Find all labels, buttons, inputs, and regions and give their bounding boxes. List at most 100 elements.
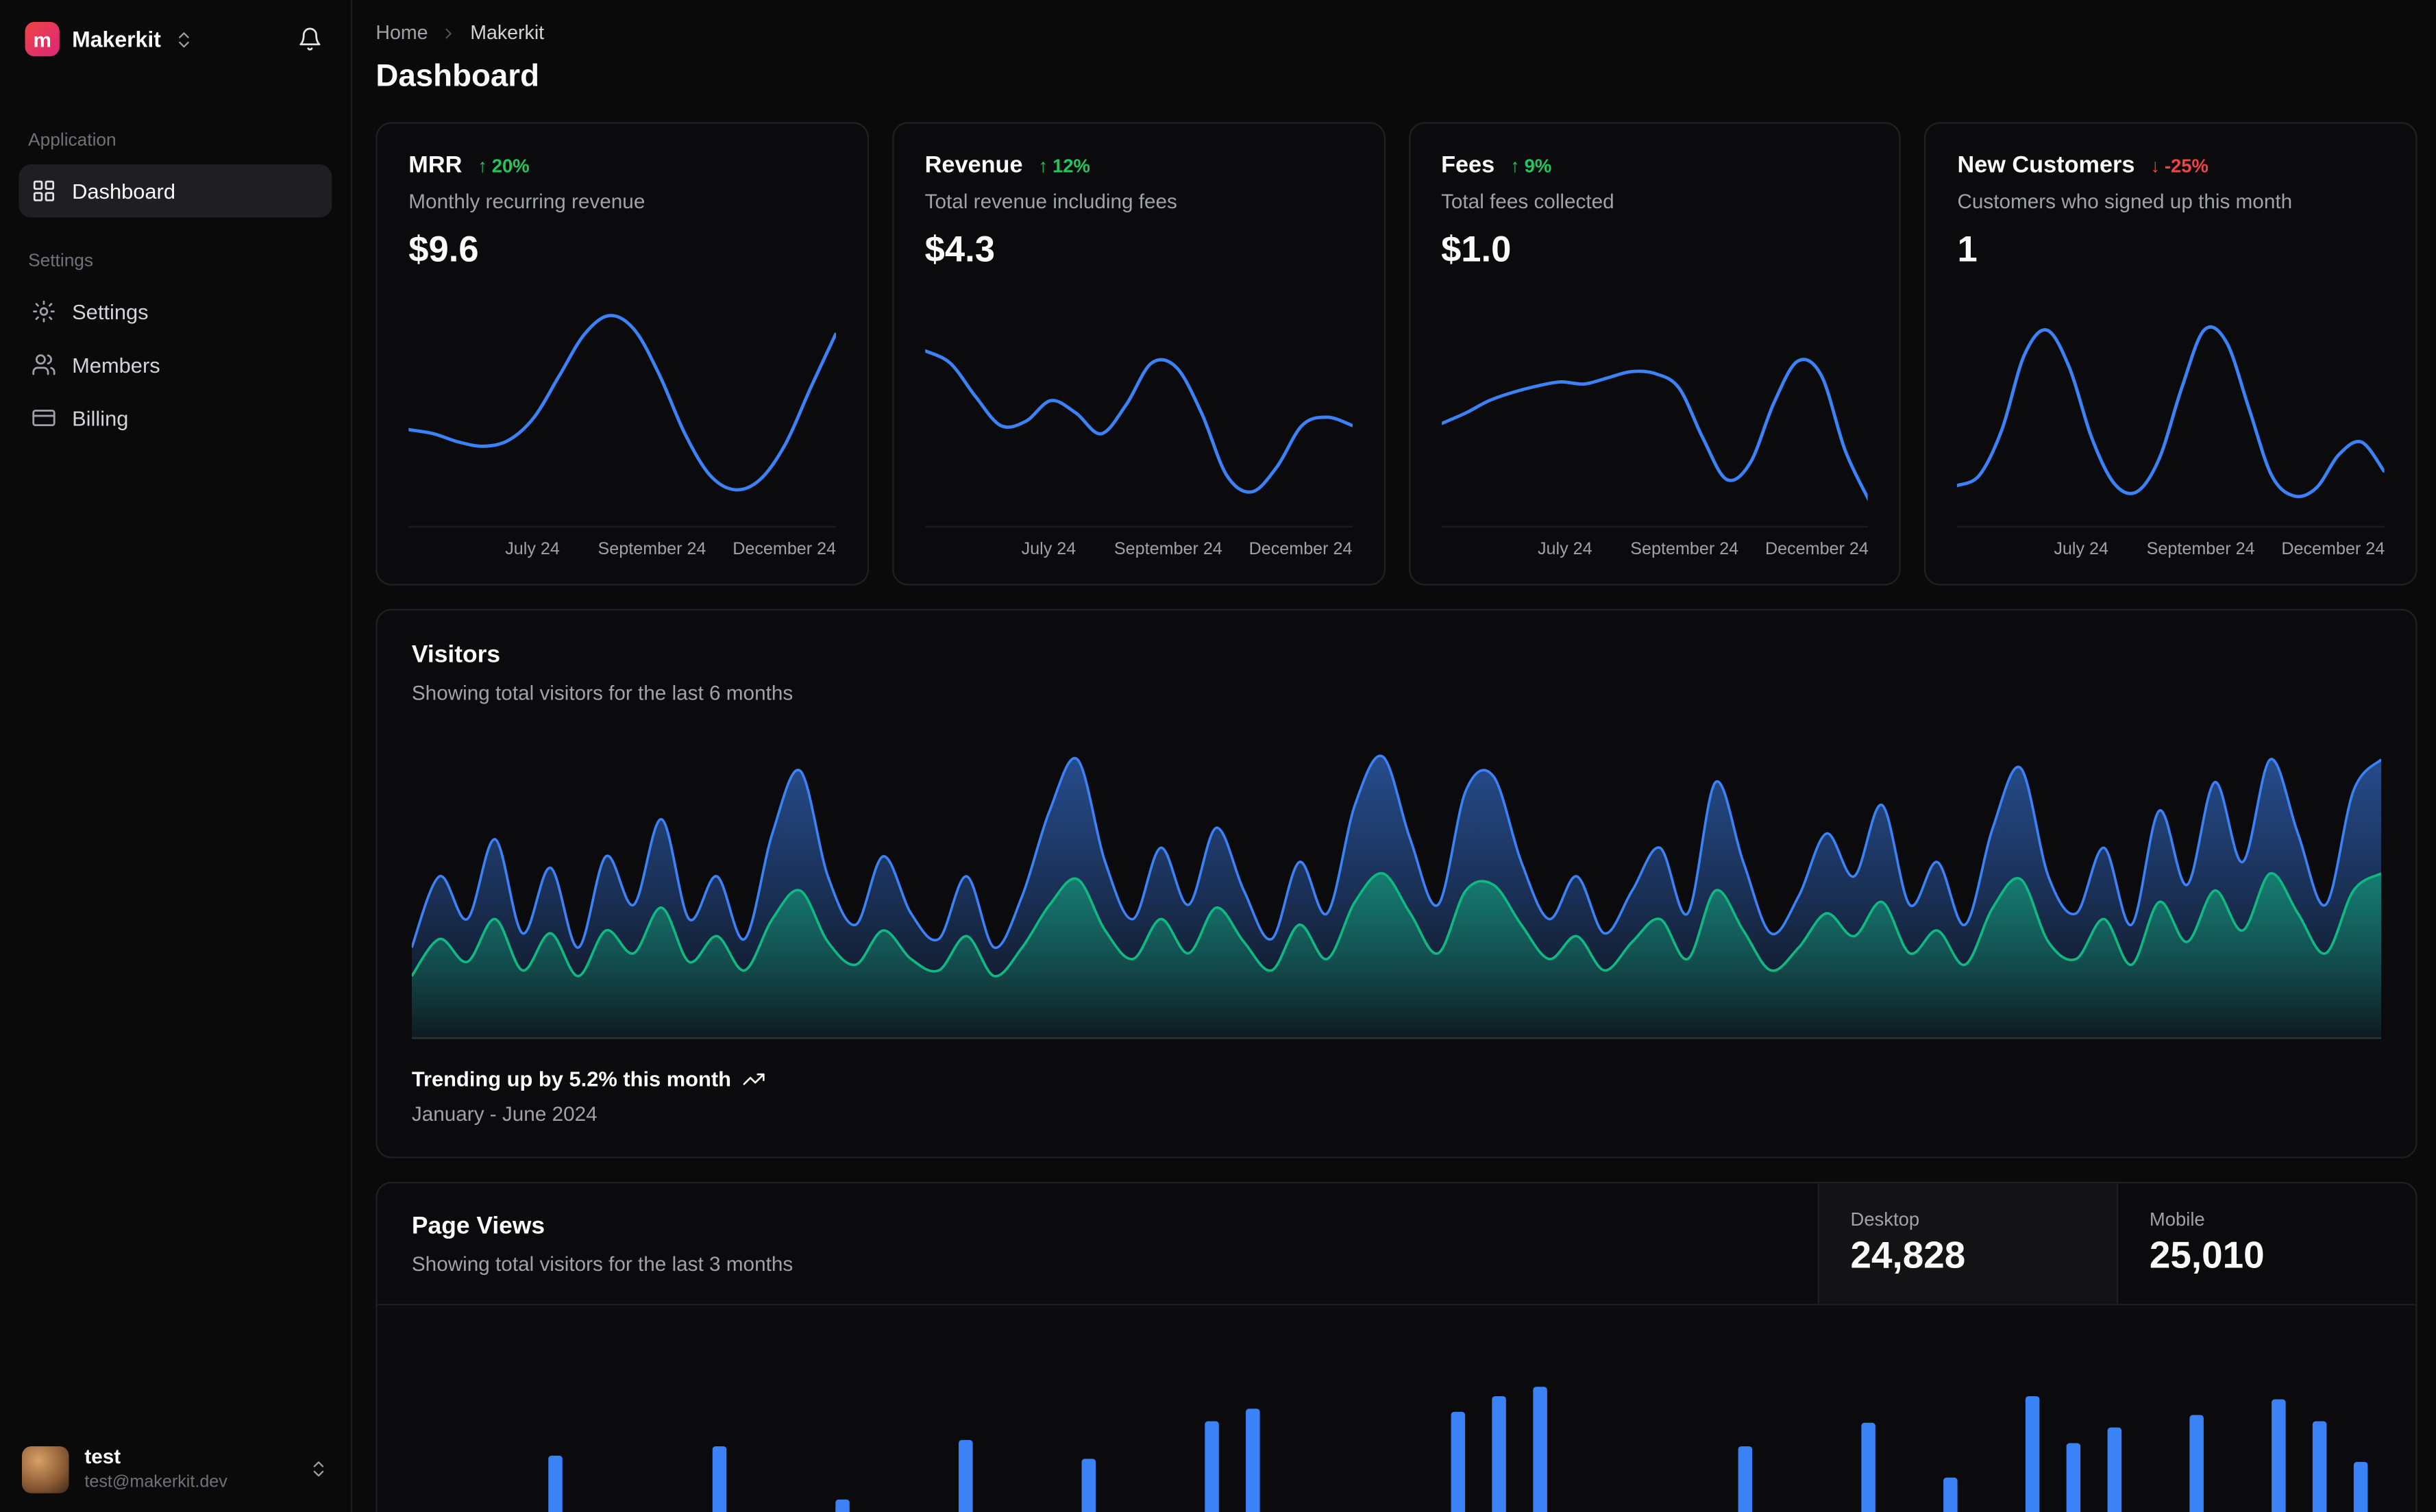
stat-value: $9.6 xyxy=(408,228,479,269)
trend-badge: ↓ -25% xyxy=(2150,154,2209,176)
sidebar-item-label: Billing xyxy=(72,406,129,430)
nav-section-label: Application xyxy=(28,131,116,151)
workspace-selector[interactable]: m Makerkit xyxy=(25,21,194,57)
makerkit-logo-icon: m xyxy=(25,21,60,57)
sparkline-axis xyxy=(1441,525,1869,528)
visitors-period: January - June 2024 xyxy=(411,1102,598,1126)
user-meta: test test@makerkit.dev xyxy=(84,1446,227,1494)
stat-card-fees: Fees ↑ 9% Total fees collected $1.0 July… xyxy=(1408,122,1902,586)
x-axis-label: July 24 xyxy=(2054,540,2108,559)
sparkline-axis xyxy=(924,525,1352,528)
visitors-card: Visitors Showing total visitors for the … xyxy=(376,608,2417,1158)
workspace-name: Makerkit xyxy=(72,26,161,52)
stat-subtitle: Customers who signed up this month xyxy=(1957,189,2293,213)
desktop-stat-toggle[interactable]: Desktop 24,828 xyxy=(1817,1183,2117,1304)
sidebar-item-dashboard[interactable]: Dashboard xyxy=(19,164,332,218)
trend-value: 12% xyxy=(1052,154,1090,177)
trend-badge: ↑ 20% xyxy=(478,154,529,176)
sparkline-x-labels: July 24 September 24 December 24 xyxy=(1957,540,2385,562)
sidebar-nav: Application Dashboard Settings Settings xyxy=(0,132,351,445)
credit-card-icon xyxy=(32,406,57,431)
app-root: m Makerkit Application Dashboard Setting… xyxy=(0,0,2436,1512)
trend-value: -25% xyxy=(2164,154,2209,177)
user-menu[interactable]: test test@makerkit.dev xyxy=(0,1426,351,1512)
layout-grid-icon xyxy=(32,178,57,203)
main-content: Home Makerkit Dashboard MRR ↑ 20% Monthl… xyxy=(352,0,2436,1512)
x-axis-label: September 24 xyxy=(598,540,706,559)
x-axis-label: September 24 xyxy=(2146,540,2255,559)
x-axis-label: July 24 xyxy=(1021,540,1076,559)
sidebar: m Makerkit Application Dashboard Setting… xyxy=(0,0,353,1512)
mobile-stat-value: 25,010 xyxy=(2149,1235,2265,1278)
stat-value: $1.0 xyxy=(1441,228,1512,269)
stat-subtitle: Total revenue including fees xyxy=(924,189,1177,213)
chevrons-up-down-icon xyxy=(308,1459,329,1480)
trend-badge: ↑ 9% xyxy=(1510,154,1551,176)
breadcrumb-home-link[interactable]: Home xyxy=(376,22,428,44)
user-avatar xyxy=(21,1446,69,1493)
users-icon xyxy=(32,352,57,377)
trend-value: 9% xyxy=(1524,154,1552,177)
bell-icon xyxy=(299,27,321,51)
sidebar-item-settings[interactable]: Settings xyxy=(19,285,332,338)
sparkline-container: July 24 September 24 December 24 xyxy=(408,280,837,565)
stat-title: New Customers xyxy=(1957,151,2135,179)
stat-subtitle: Monthly recurring revenue xyxy=(408,189,645,213)
page-views-stat-toggles: Desktop 24,828 Mobile 25,010 xyxy=(1817,1183,2416,1304)
stat-value: $4.3 xyxy=(924,228,995,269)
sidebar-item-billing[interactable]: Billing xyxy=(19,391,332,445)
trending-up-icon xyxy=(742,1067,765,1091)
page-views-bar-chart-container xyxy=(412,1368,2381,1512)
x-axis-label: December 24 xyxy=(1764,540,1869,559)
stat-title: Revenue xyxy=(924,151,1023,179)
x-axis-label: December 24 xyxy=(2281,540,2385,559)
x-axis-label: July 24 xyxy=(505,540,560,559)
stat-value: 1 xyxy=(1957,228,1978,269)
trend-badge: ↑ 12% xyxy=(1038,154,1090,176)
visitors-area-chart xyxy=(411,730,2382,1040)
trend-up-icon: ↑ xyxy=(478,154,487,177)
sparkline-axis xyxy=(1957,525,2385,528)
x-axis-label: September 24 xyxy=(1630,540,1739,559)
trend-value: 20% xyxy=(491,154,530,177)
visitors-area-chart-container xyxy=(411,730,2382,1040)
notifications-button[interactable] xyxy=(295,23,326,55)
user-name: test xyxy=(84,1445,121,1470)
chevrons-up-down-icon xyxy=(173,29,194,49)
sidebar-item-label: Settings xyxy=(72,299,149,323)
x-axis-label: December 24 xyxy=(733,540,837,559)
mobile-stat-label: Mobile xyxy=(2149,1208,2205,1230)
trend-up-icon: ↑ xyxy=(1510,154,1520,177)
sparkline-container: July 24 September 24 December 24 xyxy=(1957,280,2385,565)
visitors-subtitle: Showing total visitors for the last 6 mo… xyxy=(411,680,793,705)
desktop-stat-value: 24,828 xyxy=(1850,1235,1966,1278)
nav-section-label: Settings xyxy=(28,251,94,271)
sparkline-x-labels: July 24 September 24 December 24 xyxy=(1441,540,1869,562)
stat-subtitle: Total fees collected xyxy=(1441,189,1614,213)
breadcrumb: Home Makerkit xyxy=(376,22,2417,44)
revenue-sparkline-chart xyxy=(925,296,1352,521)
sidebar-item-label: Members xyxy=(72,353,160,377)
page-views-bar-chart xyxy=(548,1387,2368,1512)
stat-title: Fees xyxy=(1441,151,1495,179)
mrr-sparkline-chart xyxy=(408,296,835,521)
nav-section-application: Application Dashboard xyxy=(19,132,332,218)
trend-down-icon: ↓ xyxy=(2150,154,2161,177)
desktop-stat-label: Desktop xyxy=(1850,1208,1920,1230)
sparkline-container: July 24 September 24 December 24 xyxy=(924,280,1353,565)
x-axis-label: December 24 xyxy=(1248,540,1353,559)
breadcrumb-current: Makerkit xyxy=(470,21,545,44)
visitors-footer: Trending up by 5.2% this month January -… xyxy=(412,1067,2381,1126)
chevron-right-icon xyxy=(441,24,458,41)
page-views-header: Page Views Showing total visitors for th… xyxy=(377,1183,2416,1306)
x-axis-label: July 24 xyxy=(1537,540,1592,559)
stat-title: MRR xyxy=(408,151,463,179)
gear-icon xyxy=(32,299,57,324)
mobile-stat-toggle[interactable]: Mobile 25,010 xyxy=(2116,1183,2415,1304)
visitors-trend-text: Trending up by 5.2% this month xyxy=(411,1067,731,1091)
visitors-title: Visitors xyxy=(411,641,501,669)
user-email: test@makerkit.dev xyxy=(84,1472,227,1491)
sparkline-x-labels: July 24 September 24 December 24 xyxy=(925,540,1353,562)
fees-sparkline-chart xyxy=(1441,296,1868,521)
sidebar-item-members[interactable]: Members xyxy=(19,338,332,391)
